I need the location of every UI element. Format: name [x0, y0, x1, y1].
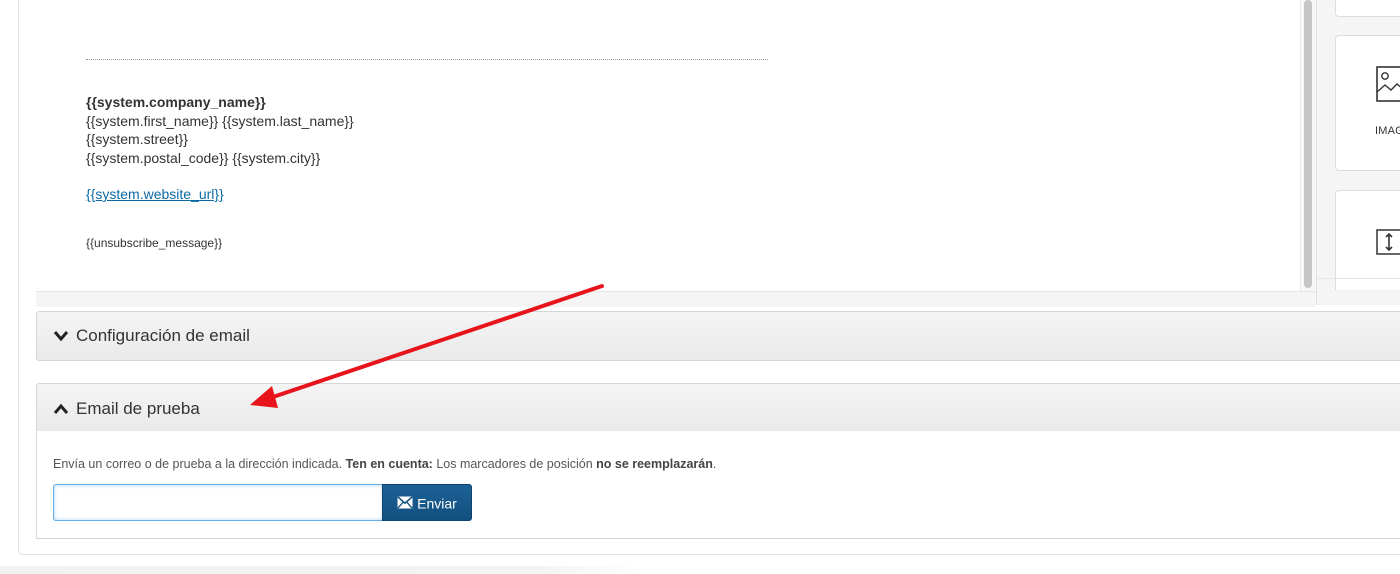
test-email-input[interactable]	[53, 484, 383, 521]
help-text-part: .	[712, 457, 717, 471]
image-icon	[1376, 66, 1400, 102]
blocks-panel-divider	[1316, 278, 1400, 279]
signature-divider	[86, 59, 768, 60]
preview-footer	[36, 291, 1316, 307]
email-preview	[36, 0, 1316, 292]
block-card[interactable]	[1335, 0, 1400, 17]
envelope-icon	[397, 495, 413, 509]
chevron-up-icon	[53, 403, 69, 414]
page-bottom-shadow	[0, 566, 640, 574]
signature-name: {{system.first_name}} {{system.last_name…	[86, 112, 354, 129]
help-text-part: Envía un correo o de prueba a la direcci…	[53, 457, 346, 471]
spacer-block-card[interactable]	[1335, 190, 1400, 290]
send-test-email-button[interactable]: Enviar	[382, 484, 472, 521]
help-text-bold: no se reemplazarán	[596, 457, 713, 471]
help-text-part: Los marcadores de posición	[432, 457, 597, 471]
signature-postal-city: {{system.postal_code}} {{system.city}}	[86, 149, 321, 166]
signature-company: {{system.company_name}}	[86, 94, 266, 110]
image-block-card[interactable]: IMAG	[1335, 35, 1400, 171]
image-block-label: IMAG	[1375, 125, 1400, 137]
test-email-help-text: Envía un correo o de prueba a la direcci…	[53, 456, 716, 472]
send-button-label: Enviar	[417, 495, 457, 512]
preview-scrollbar-thumb[interactable]	[1304, 0, 1312, 288]
chevron-down-icon	[53, 331, 69, 342]
signature-street: {{system.street}}	[86, 131, 188, 147]
help-text-bold: Ten en cuenta:	[345, 457, 433, 471]
unsubscribe-message: {{unsubscribe_message}}	[86, 236, 223, 250]
vertical-spacer-icon	[1376, 229, 1400, 255]
email-config-title: Configuración de email	[76, 326, 250, 345]
email-config-accordion-header[interactable]: Configuración de email	[36, 311, 1400, 361]
signature-website-link[interactable]: {{system.website_url}}	[86, 185, 224, 203]
test-email-accordion-header[interactable]: Email de prueba	[36, 383, 1400, 432]
test-email-title: Email de prueba	[76, 399, 200, 418]
